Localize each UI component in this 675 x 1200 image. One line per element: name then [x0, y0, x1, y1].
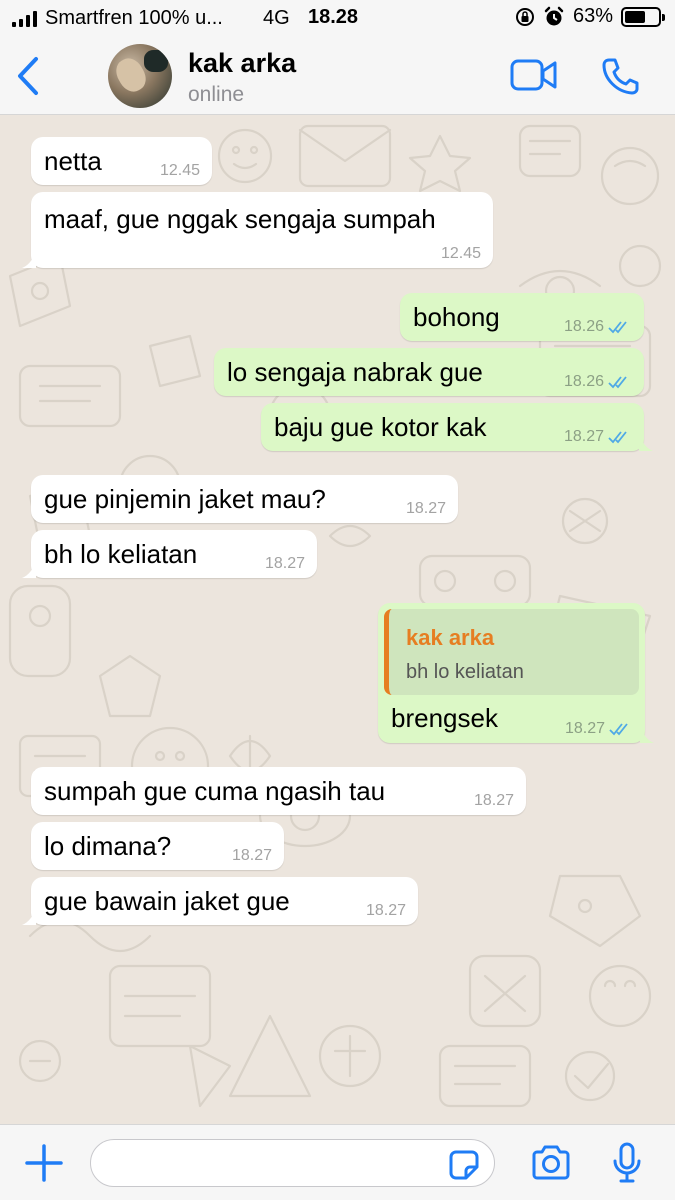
- message-text: gue pinjemin jaket mau?: [44, 484, 326, 514]
- read-receipt-icon: [608, 431, 627, 444]
- composer-bar: [0, 1124, 675, 1200]
- alarm-icon: [544, 6, 564, 25]
- message-time: 18.27: [365, 902, 406, 919]
- message-text: brengsek: [391, 703, 498, 733]
- message-incoming[interactable]: bh lo keliatan 18.27: [22, 530, 317, 578]
- message-text: netta: [44, 146, 102, 176]
- message-text: lo dimana?: [44, 831, 172, 861]
- quoted-sender: kak arka: [406, 625, 495, 650]
- message-time: 18.27: [473, 792, 514, 809]
- message-incoming[interactable]: sumpah gue cuma ngasih tau 18.27: [31, 767, 526, 815]
- message-time: 18.27: [405, 500, 446, 517]
- bubble-tail: [22, 560, 36, 578]
- battery-percent: 63%: [572, 5, 613, 27]
- read-receipt-icon: [609, 723, 628, 736]
- phone-call-icon[interactable]: [600, 56, 640, 96]
- message-time: 18.27: [264, 555, 305, 572]
- network-type: 4G: [263, 7, 290, 29]
- read-receipt-icon: [608, 376, 627, 389]
- message-outgoing-reply[interactable]: kak arka bh lo keliatan brengsek 18.27: [378, 603, 654, 743]
- chat-header: kak arka online: [0, 36, 675, 115]
- sticker-icon[interactable]: [448, 1149, 480, 1181]
- contact-name[interactable]: kak arka: [188, 48, 296, 79]
- video-call-icon[interactable]: [510, 58, 558, 92]
- message-time: 18.27: [231, 847, 272, 864]
- contact-status: online: [188, 83, 245, 106]
- cell-signal-icon: [12, 10, 37, 27]
- bubble-tail: [640, 725, 654, 743]
- message-outgoing[interactable]: bohong 18.26: [400, 293, 644, 341]
- message-input[interactable]: [90, 1139, 495, 1187]
- bubble-tail: [639, 433, 653, 451]
- message-text: bh lo keliatan: [44, 539, 198, 569]
- carrier-label: Smartfren 100% u...: [45, 7, 223, 29]
- message-text: sumpah gue cuma ngasih tau: [44, 776, 386, 806]
- message-list[interactable]: netta 12.45 maaf, gue nggak sengaja sump…: [0, 116, 675, 1124]
- back-chevron-icon[interactable]: [14, 55, 40, 97]
- status-bar: Smartfren 100% u... 4G 18.28 63%: [0, 0, 675, 36]
- message-time: 18.27: [563, 428, 604, 445]
- message-time: 12.45: [440, 245, 481, 262]
- bubble-tail: [22, 907, 36, 925]
- message-outgoing[interactable]: baju gue kotor kak 18.27: [261, 403, 653, 451]
- message-incoming[interactable]: gue pinjemin jaket mau? 18.27: [31, 475, 458, 523]
- message-incoming[interactable]: gue bawain jaket gue 18.27: [22, 877, 418, 925]
- status-time: 18.28: [308, 6, 359, 28]
- message-time: 18.26: [563, 318, 604, 335]
- message-incoming[interactable]: maaf, gue nggak sengaja sumpah 12.45: [22, 192, 493, 268]
- read-receipt-icon: [608, 321, 627, 334]
- quoted-message[interactable]: kak arka bh lo keliatan: [384, 609, 639, 695]
- orientation-lock-icon: [515, 7, 534, 26]
- plus-icon[interactable]: [24, 1143, 64, 1183]
- microphone-icon[interactable]: [612, 1142, 642, 1184]
- message-text: lo sengaja nabrak gue: [227, 357, 483, 387]
- avatar[interactable]: [108, 44, 172, 108]
- quoted-text: bh lo keliatan: [406, 661, 524, 683]
- camera-icon[interactable]: [530, 1145, 572, 1181]
- message-time: 18.26: [563, 373, 604, 390]
- message-text: gue bawain jaket gue: [44, 886, 290, 916]
- message-incoming[interactable]: lo dimana? 18.27: [31, 822, 284, 870]
- message-incoming[interactable]: netta 12.45: [31, 137, 212, 185]
- message-outgoing[interactable]: lo sengaja nabrak gue 18.26: [214, 348, 644, 396]
- battery-icon: [621, 6, 665, 27]
- message-time: 12.45: [159, 162, 200, 179]
- bubble-tail: [22, 250, 36, 268]
- message-text: baju gue kotor kak: [274, 412, 487, 442]
- message-text: maaf, gue nggak sengaja sumpah: [44, 204, 436, 234]
- message-text: bohong: [413, 302, 500, 332]
- message-time: 18.27: [564, 720, 605, 737]
